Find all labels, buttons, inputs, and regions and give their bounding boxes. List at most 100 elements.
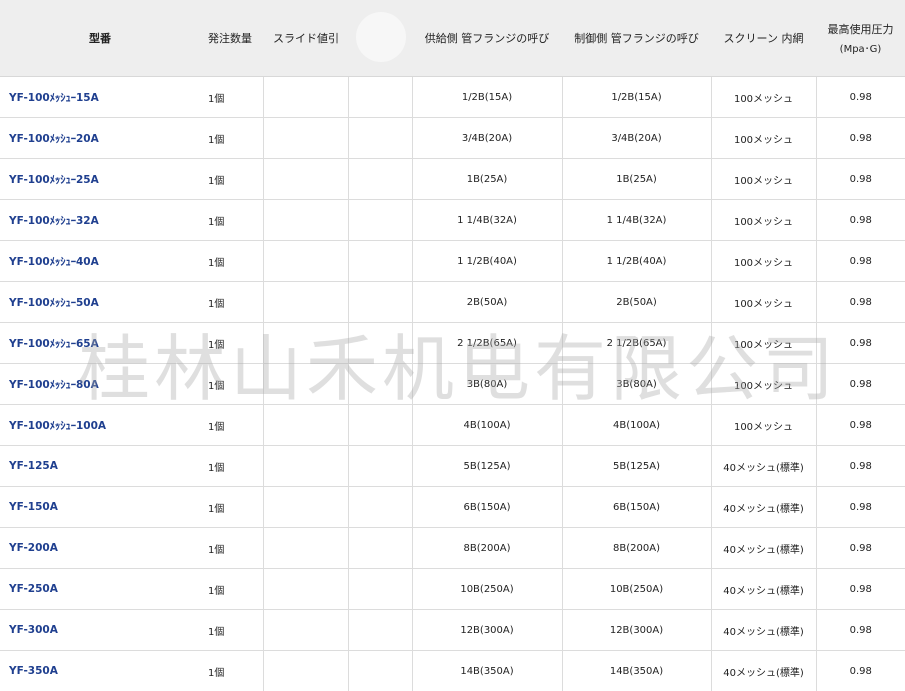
max-pressure-cell: 0.98 [816, 446, 905, 487]
screen-mesh-cell: 100メッシュ [711, 241, 816, 282]
order-qty-cell: 1個 [200, 118, 263, 159]
control-flange-cell: 12B(300A) [562, 610, 711, 651]
max-pressure-cell: 0.98 [816, 282, 905, 323]
model-link[interactable]: YF-300A [9, 624, 58, 636]
model-cell: YF-200A [0, 528, 200, 569]
model-link[interactable]: YF-100ﾒｯｼｭｰ65A [9, 338, 99, 350]
supply-flange-cell: 5B(125A) [412, 446, 562, 487]
max-pressure-cell: 0.98 [816, 487, 905, 528]
model-link[interactable]: YF-100ﾒｯｼｭｰ25A [9, 174, 99, 186]
order-qty-cell: 1個 [200, 200, 263, 241]
screen-mesh-cell: 40メッシュ(標準) [711, 569, 816, 610]
spacer-cell [348, 405, 412, 446]
order-qty-cell: 1個 [200, 364, 263, 405]
table-row: YF-100ﾒｯｼｭｰ50A1個2B(50A)2B(50A)100メッシュ0.9… [0, 282, 905, 323]
model-cell: YF-150A [0, 487, 200, 528]
table-header-row: 型番 発注数量 スライド値引 供給側 管フランジの呼び 制御側 管フランジの呼び… [0, 0, 905, 77]
control-flange-cell: 6B(150A) [562, 487, 711, 528]
model-link[interactable]: YF-100ﾒｯｼｭｰ50A [9, 297, 99, 309]
slide-price-cell [263, 77, 348, 118]
model-cell: YF-100ﾒｯｼｭｰ40A [0, 241, 200, 282]
model-link[interactable]: YF-100ﾒｯｼｭｰ32A [9, 215, 99, 227]
spacer-cell [348, 200, 412, 241]
control-flange-cell: 1/2B(15A) [562, 77, 711, 118]
spacer-cell [348, 569, 412, 610]
max-pressure-cell: 0.98 [816, 323, 905, 364]
slide-price-cell [263, 159, 348, 200]
slide-price-cell [263, 282, 348, 323]
slide-price-cell [263, 610, 348, 651]
screen-mesh-cell: 100メッシュ [711, 323, 816, 364]
supply-flange-cell: 8B(200A) [412, 528, 562, 569]
spacer-cell [348, 77, 412, 118]
table-row: YF-125A1個5B(125A)5B(125A)40メッシュ(標準)0.98 [0, 446, 905, 487]
model-link[interactable]: YF-100ﾒｯｼｭｰ20A [9, 133, 99, 145]
table-row: YF-100ﾒｯｼｭｰ65A1個2 1/2B(65A)2 1/2B(65A)10… [0, 323, 905, 364]
spacer-cell [348, 528, 412, 569]
order-qty-cell: 1個 [200, 159, 263, 200]
supply-flange-cell: 1B(25A) [412, 159, 562, 200]
spacer-cell [348, 241, 412, 282]
screen-mesh-cell: 40メッシュ(標準) [711, 610, 816, 651]
table-row: YF-300A1個12B(300A)12B(300A)40メッシュ(標準)0.9… [0, 610, 905, 651]
max-pressure-cell: 0.98 [816, 159, 905, 200]
model-cell: YF-100ﾒｯｼｭｰ100A [0, 405, 200, 446]
control-flange-cell: 3B(80A) [562, 364, 711, 405]
model-cell: YF-250A [0, 569, 200, 610]
supply-flange-cell: 12B(300A) [412, 610, 562, 651]
model-link[interactable]: YF-100ﾒｯｼｭｰ15A [9, 92, 99, 104]
model-link[interactable]: YF-250A [9, 583, 58, 595]
spacer-cell [348, 610, 412, 651]
order-qty-cell: 1個 [200, 282, 263, 323]
model-link[interactable]: YF-100ﾒｯｼｭｰ40A [9, 256, 99, 268]
header-max-pressure-unit: (Mpa･G) [816, 40, 905, 55]
supply-flange-cell: 6B(150A) [412, 487, 562, 528]
model-cell: YF-125A [0, 446, 200, 487]
supply-flange-cell: 3/4B(20A) [412, 118, 562, 159]
screen-mesh-cell: 100メッシュ [711, 200, 816, 241]
spacer-cell [348, 282, 412, 323]
control-flange-cell: 2B(50A) [562, 282, 711, 323]
table-row: YF-100ﾒｯｼｭｰ40A1個1 1/2B(40A)1 1/2B(40A)10… [0, 241, 905, 282]
model-cell: YF-100ﾒｯｼｭｰ32A [0, 200, 200, 241]
table-row: YF-150A1個6B(150A)6B(150A)40メッシュ(標準)0.98 [0, 487, 905, 528]
screen-mesh-cell: 100メッシュ [711, 282, 816, 323]
control-flange-cell: 5B(125A) [562, 446, 711, 487]
table-row: YF-100ﾒｯｼｭｰ25A1個1B(25A)1B(25A)100メッシュ0.9… [0, 159, 905, 200]
model-cell: YF-100ﾒｯｼｭｰ65A [0, 323, 200, 364]
slide-price-cell [263, 118, 348, 159]
model-link[interactable]: YF-100ﾒｯｼｭｰ80A [9, 379, 99, 391]
model-link[interactable]: YF-100ﾒｯｼｭｰ100A [9, 420, 106, 432]
order-qty-cell: 1個 [200, 487, 263, 528]
max-pressure-cell: 0.98 [816, 405, 905, 446]
supply-flange-cell: 1 1/2B(40A) [412, 241, 562, 282]
supply-flange-cell: 2 1/2B(65A) [412, 323, 562, 364]
slide-price-cell [263, 364, 348, 405]
model-link[interactable]: YF-200A [9, 542, 58, 554]
model-link[interactable]: YF-125A [9, 460, 58, 472]
screen-mesh-cell: 100メッシュ [711, 77, 816, 118]
table-row: YF-100ﾒｯｼｭｰ80A1個3B(80A)3B(80A)100メッシュ0.9… [0, 364, 905, 405]
screen-mesh-cell: 100メッシュ [711, 405, 816, 446]
max-pressure-cell: 0.98 [816, 200, 905, 241]
control-flange-cell: 10B(250A) [562, 569, 711, 610]
supply-flange-cell: 4B(100A) [412, 405, 562, 446]
slide-price-cell [263, 487, 348, 528]
header-screen-mesh: スクリーン 内網 [711, 0, 816, 77]
screen-mesh-cell: 100メッシュ [711, 159, 816, 200]
table-row: YF-200A1個8B(200A)8B(200A)40メッシュ(標準)0.98 [0, 528, 905, 569]
header-slide-price: スライド値引 [263, 0, 348, 77]
screen-mesh-cell: 40メッシュ(標準) [711, 528, 816, 569]
max-pressure-cell: 0.98 [816, 241, 905, 282]
order-qty-cell: 1個 [200, 446, 263, 487]
order-qty-cell: 1個 [200, 405, 263, 446]
model-cell: YF-100ﾒｯｼｭｰ15A [0, 77, 200, 118]
model-link[interactable]: YF-150A [9, 501, 58, 513]
control-flange-cell: 1 1/4B(32A) [562, 200, 711, 241]
header-max-pressure-label: 最高使用圧力 [828, 23, 894, 36]
model-link[interactable]: YF-350A [9, 665, 58, 677]
max-pressure-cell: 0.98 [816, 569, 905, 610]
supply-flange-cell: 1/2B(15A) [412, 77, 562, 118]
control-flange-cell: 1B(25A) [562, 159, 711, 200]
supply-flange-cell: 2B(50A) [412, 282, 562, 323]
